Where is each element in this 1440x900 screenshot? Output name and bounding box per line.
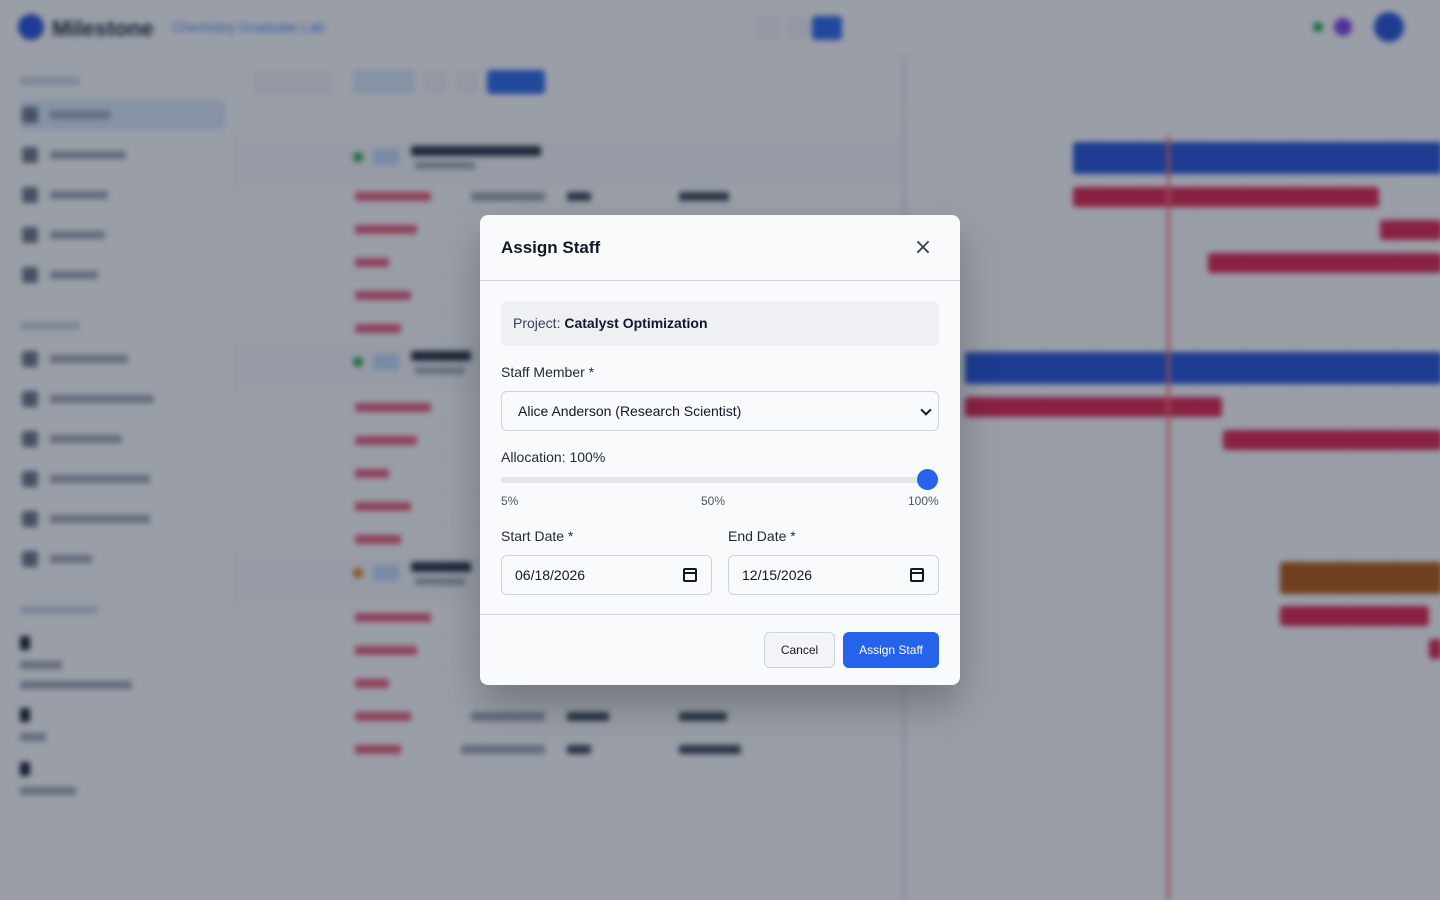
start-date-input[interactable]: 06/18/2026 <box>501 555 712 595</box>
dialog-footer: Cancel Assign Staff <box>480 614 960 685</box>
dialog-title: Assign Staff <box>501 238 601 257</box>
calendar-icon[interactable] <box>910 568 924 582</box>
allocation-tick-max: 100% <box>908 494 939 508</box>
allocation-label-text: Allocation: <box>501 449 566 465</box>
project-label: Project: <box>513 315 561 331</box>
staff-member-select[interactable]: Alice Anderson (Research Scientist) <box>501 391 939 431</box>
allocation-tick-min: 5% <box>501 494 519 508</box>
end-date-value: 12/15/2026 <box>742 567 813 583</box>
end-date-label: End Date * <box>728 528 796 544</box>
allocation-slider-fill <box>501 477 928 483</box>
assign-staff-dialog: Assign Staff × Project: Catalyst Optimiz… <box>480 215 960 685</box>
project-summary: Project: Catalyst Optimization <box>501 301 939 346</box>
allocation-value: 100% <box>569 449 606 465</box>
chevron-down-icon <box>920 404 932 416</box>
allocation-tick-mid: 50% <box>701 494 726 508</box>
staff-member-label: Staff Member * <box>501 364 595 380</box>
cancel-button[interactable]: Cancel <box>764 632 835 668</box>
project-name: Catalyst Optimization <box>564 315 708 331</box>
calendar-icon[interactable] <box>683 568 697 582</box>
dialog-header: Assign Staff × <box>480 215 960 281</box>
end-date-input[interactable]: 12/15/2026 <box>728 555 939 595</box>
start-date-value: 06/18/2026 <box>515 567 586 583</box>
allocation-label: Allocation: 100% <box>501 449 605 465</box>
assign-staff-button[interactable]: Assign Staff <box>843 632 939 668</box>
close-icon[interactable]: × <box>908 235 938 261</box>
staff-member-value: Alice Anderson (Research Scientist) <box>518 403 742 419</box>
start-date-label: Start Date * <box>501 528 574 544</box>
allocation-slider[interactable] <box>501 469 939 490</box>
allocation-slider-thumb[interactable] <box>917 469 938 490</box>
